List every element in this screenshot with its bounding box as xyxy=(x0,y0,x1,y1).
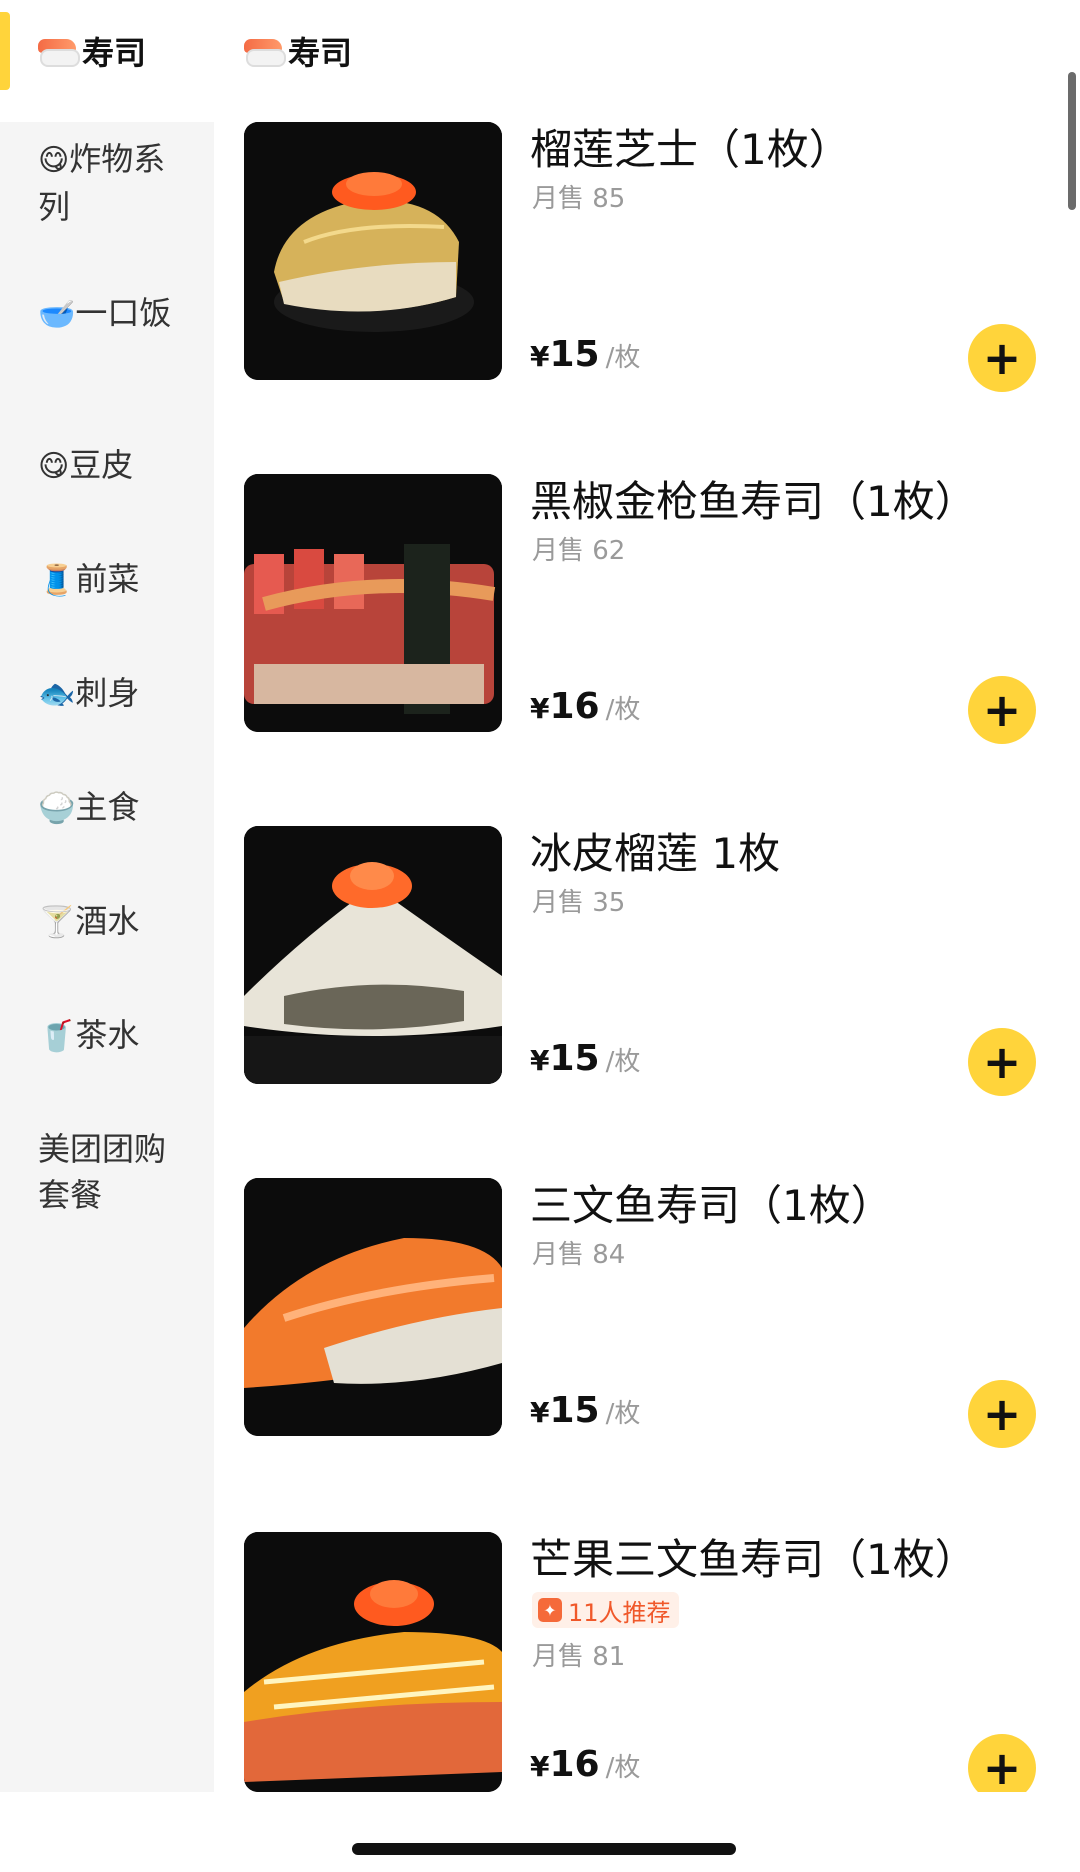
product-item[interactable]: 芒果三文鱼寿司（1枚） ✦ 11人推荐 月售 81 ¥16/枚 + xyxy=(244,1532,1044,1802)
product-item[interactable]: 冰皮榴莲 1枚 月售 35 ¥15/枚 + xyxy=(244,826,1044,1096)
product-image xyxy=(244,474,502,732)
product-item[interactable]: 黑椒金枪鱼寿司（1枚） 月售 62 ¥16/枚 + xyxy=(244,474,1044,744)
product-image xyxy=(244,122,502,380)
sidebar-item-staple[interactable]: 🍚主食 xyxy=(38,784,188,832)
bottom-safe-area xyxy=(0,1792,1080,1872)
sidebar-item-sushi[interactable]: 寿司 xyxy=(0,0,214,122)
product-image xyxy=(244,1532,502,1792)
plus-icon: + xyxy=(982,683,1022,737)
category-sidebar: 寿司 😋炸物系列 🥣一口饭 😋豆皮 🧵前菜 🐟刺身 🍚主食 🍸酒水 🥤茶水 美团… xyxy=(0,0,214,1792)
sidebar-item-fried[interactable]: 😋炸物系列 xyxy=(38,136,188,230)
active-indicator xyxy=(0,12,10,90)
sidebar-item-appetizer[interactable]: 🧵前菜 xyxy=(38,556,188,604)
monthly-sales: 月售 35 xyxy=(532,888,626,918)
cup-straw-icon: 🥤 xyxy=(38,1019,76,1054)
product-image xyxy=(244,826,502,1084)
sushi-icon xyxy=(38,35,80,67)
sidebar-item-label: 寿司 xyxy=(38,28,146,74)
rice-bowl-icon: 🥣 xyxy=(38,297,76,332)
product-name: 榴莲芝士（1枚） xyxy=(530,125,851,174)
fish-icon: 🐟 xyxy=(38,677,76,712)
yum-face-icon: 😋 xyxy=(38,143,70,178)
monthly-sales: 月售 62 xyxy=(532,536,626,566)
monthly-sales: 月售 81 xyxy=(532,1642,626,1672)
scrollbar[interactable] xyxy=(1068,72,1076,210)
product-price: ¥15/枚 xyxy=(530,1038,641,1079)
plus-icon: + xyxy=(982,1741,1022,1795)
sidebar-item-tea[interactable]: 🥤茶水 xyxy=(38,1012,188,1060)
rice-icon: 🍚 xyxy=(38,791,76,826)
add-to-cart-button[interactable]: + xyxy=(968,1028,1036,1096)
monthly-sales: 月售 85 xyxy=(532,184,626,214)
product-name: 芒果三文鱼寿司（1枚） xyxy=(530,1535,977,1584)
add-to-cart-button[interactable]: + xyxy=(968,676,1036,744)
sidebar-item-tofu-skin[interactable]: 😋豆皮 xyxy=(38,442,188,490)
yum-face-icon: 😋 xyxy=(38,449,70,484)
sidebar-item-group-deal[interactable]: 美团团购套餐 xyxy=(38,1126,178,1218)
home-indicator[interactable] xyxy=(352,1843,736,1855)
cocktail-icon: 🍸 xyxy=(38,905,76,940)
add-to-cart-button[interactable]: + xyxy=(968,324,1036,392)
product-price: ¥15/枚 xyxy=(530,1390,641,1431)
product-name: 冰皮榴莲 1枚 xyxy=(530,829,781,878)
plus-icon: + xyxy=(982,1035,1022,1089)
sushi-icon xyxy=(244,35,286,67)
recommend-badge: ✦ 11人推荐 xyxy=(532,1592,679,1628)
plus-icon: + xyxy=(982,331,1022,385)
product-name: 黑椒金枪鱼寿司（1枚） xyxy=(530,477,977,526)
sidebar-item-sashimi[interactable]: 🐟刺身 xyxy=(38,670,188,718)
product-price: ¥16/枚 xyxy=(530,1744,641,1785)
product-name: 三文鱼寿司（1枚） xyxy=(530,1181,893,1230)
product-price: ¥16/枚 xyxy=(530,686,641,727)
plus-icon: + xyxy=(982,1387,1022,1441)
recommend-icon: ✦ xyxy=(538,1598,562,1622)
product-image xyxy=(244,1178,502,1436)
product-price: ¥15/枚 xyxy=(530,334,641,375)
sidebar-item-rice-bite[interactable]: 🥣一口饭 xyxy=(38,290,188,338)
thread-spool-icon: 🧵 xyxy=(38,563,76,598)
product-item[interactable]: 三文鱼寿司（1枚） 月售 84 ¥15/枚 + xyxy=(244,1178,1044,1448)
monthly-sales: 月售 84 xyxy=(532,1240,626,1270)
section-title: 寿司 xyxy=(244,28,352,74)
add-to-cart-button[interactable]: + xyxy=(968,1380,1036,1448)
sidebar-item-drinks[interactable]: 🍸酒水 xyxy=(38,898,188,946)
product-item[interactable]: 榴莲芝士（1枚） 月售 85 ¥15/枚 + xyxy=(244,122,1044,392)
